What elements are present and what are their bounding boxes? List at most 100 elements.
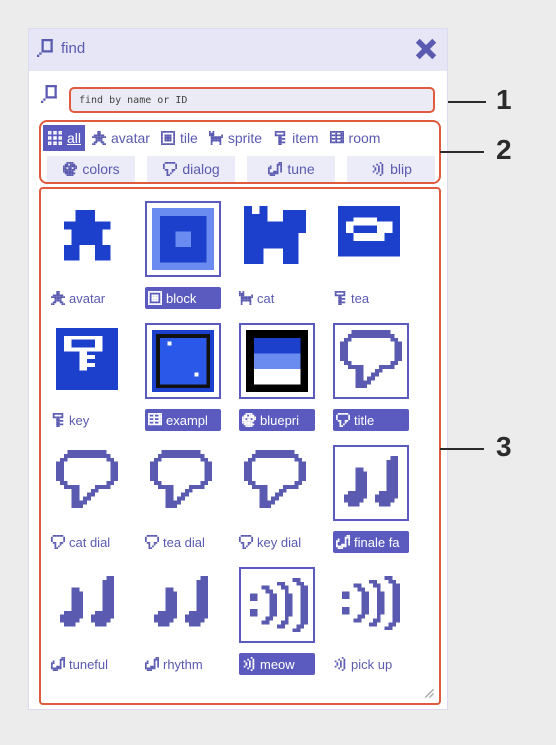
result-item-tea-dial[interactable]: tea dial	[139, 439, 233, 563]
item-label: avatar	[51, 287, 133, 309]
result-item-key-dial[interactable]: key dial	[233, 439, 327, 563]
result-item-block[interactable]: block	[139, 195, 233, 319]
dialog-icon	[336, 413, 350, 427]
item-label-text: avatar	[69, 290, 106, 306]
filter-tile[interactable]: tile	[156, 125, 202, 151]
filter-avatar[interactable]: avatar	[87, 125, 154, 151]
result-item-cat-dial[interactable]: cat dial	[45, 439, 139, 563]
filter-label: sprite	[227, 130, 263, 146]
blip-icon	[242, 657, 256, 671]
avatar-icon	[51, 291, 65, 305]
search-input[interactable]	[69, 87, 435, 113]
callout-number-2: 2	[496, 134, 512, 165]
result-item-tuneful[interactable]: tuneful	[45, 561, 139, 685]
item-thumbnail	[51, 567, 127, 643]
magnifier-icon	[37, 39, 53, 57]
close-icon[interactable]	[415, 38, 437, 60]
filter-label: blip	[390, 161, 412, 177]
item-label: bluepri	[239, 409, 315, 431]
result-item-exampl[interactable]: exampl	[139, 317, 233, 441]
tile-icon	[148, 291, 162, 305]
item-thumbnail	[51, 445, 127, 521]
tile-icon	[160, 130, 176, 146]
item-thumbnail	[145, 323, 221, 399]
blip-icon	[333, 657, 347, 671]
callout-number-1: 1	[496, 84, 512, 115]
item-thumbnail	[239, 567, 315, 643]
result-item-bluepri[interactable]: bluepri	[233, 317, 327, 441]
result-item-pick-up[interactable]: pick up	[327, 561, 421, 685]
item-label-text: tea	[351, 290, 370, 306]
avatar-icon	[91, 130, 107, 146]
item-thumbnail	[333, 567, 409, 643]
callout-number-3: 3	[496, 431, 512, 462]
filter-all[interactable]: all	[43, 125, 86, 151]
title-bar: find	[29, 29, 447, 71]
filter-dialog[interactable]: dialog	[147, 156, 235, 182]
item-label: exampl	[145, 409, 221, 431]
filter-colors[interactable]: colors	[47, 156, 135, 182]
item-thumbnail	[145, 201, 221, 277]
grid-icon	[47, 130, 63, 146]
resize-handle-icon[interactable]	[421, 685, 435, 699]
result-item-key[interactable]: key	[45, 317, 139, 441]
item-thumbnail	[333, 201, 409, 277]
item-label: pick up	[333, 653, 415, 675]
item-thumbnail	[239, 323, 315, 399]
item-label-text: finale fa	[354, 534, 400, 550]
item-label-text: pick up	[351, 656, 393, 672]
item-thumbnail	[333, 323, 409, 399]
item-label-text: key dial	[257, 534, 302, 550]
item-icon	[272, 130, 288, 146]
result-item-tea[interactable]: tea	[327, 195, 421, 319]
filter-label: avatar	[111, 130, 150, 146]
palette-icon	[242, 413, 256, 427]
result-item-cat[interactable]: cat	[233, 195, 327, 319]
filter-label: room	[348, 130, 381, 146]
result-item-title[interactable]: title	[327, 317, 421, 441]
tune-icon	[336, 535, 350, 549]
item-thumbnail	[239, 201, 315, 277]
tune-icon	[145, 657, 159, 671]
item-thumbnail	[51, 323, 127, 399]
result-item-meow[interactable]: meow	[233, 561, 327, 685]
item-thumbnail	[333, 445, 409, 521]
room-icon	[148, 413, 162, 427]
sprite-icon	[208, 130, 224, 146]
item-label: key	[51, 409, 133, 431]
item-label-text: tea dial	[163, 534, 205, 550]
search-icon	[41, 85, 57, 103]
result-item-rhythm[interactable]: rhythm	[139, 561, 233, 685]
result-item-finale-fa[interactable]: finale fa	[327, 439, 421, 563]
filter-item[interactable]: item	[268, 125, 322, 151]
item-label: tuneful	[51, 653, 133, 675]
item-thumbnail	[145, 567, 221, 643]
item-label-text: block	[166, 290, 197, 306]
callout-line-3	[440, 448, 484, 450]
sprite-icon	[239, 291, 253, 305]
filter-label: colors	[82, 161, 120, 177]
find-panel: find all avatar tile sprite item room colors d…	[28, 28, 448, 710]
filter-row-types: all avatar tile sprite item room	[43, 124, 386, 152]
filter-room[interactable]: room	[325, 125, 385, 151]
filter-blip[interactable]: blip	[347, 156, 435, 182]
filter-tune[interactable]: tune	[247, 156, 335, 182]
filter-sprite[interactable]: sprite	[204, 125, 266, 151]
filter-group: all avatar tile sprite item room colors dialog…	[39, 120, 441, 184]
callout-line-2	[440, 151, 484, 153]
filter-label: tune	[287, 161, 315, 177]
item-label: tea dial	[145, 531, 227, 553]
window-title: find	[61, 40, 86, 57]
item-thumbnail	[239, 445, 315, 521]
item-label-text: title	[354, 412, 375, 428]
item-thumbnail	[145, 445, 221, 521]
item-label: finale fa	[333, 531, 409, 553]
item-label: meow	[239, 653, 315, 675]
tune-icon	[267, 161, 283, 177]
item-label-text: key	[69, 412, 90, 428]
filter-label: tile	[179, 130, 198, 146]
dialog-icon	[162, 161, 178, 177]
item-thumbnail	[51, 201, 127, 277]
dialog-icon	[51, 535, 65, 549]
result-item-avatar[interactable]: avatar	[45, 195, 139, 319]
